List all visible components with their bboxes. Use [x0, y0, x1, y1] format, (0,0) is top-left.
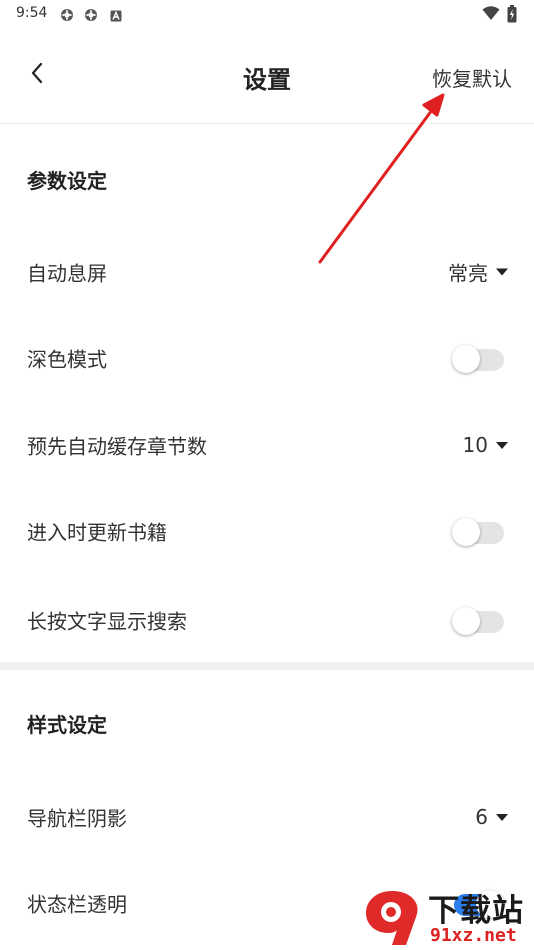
- dark-mode-toggle[interactable]: [452, 344, 504, 373]
- watermark-site: 91xz.net: [430, 925, 517, 946]
- long-press-search-toggle[interactable]: [452, 606, 504, 635]
- toggle-thumb: [452, 607, 480, 635]
- caret-down-icon: [496, 268, 508, 276]
- watermark-logo: [366, 891, 418, 945]
- battery-charging-icon: [507, 5, 517, 27]
- setting-row-dark-mode: 深色模式: [0, 328, 534, 388]
- setting-label: 自动息屏: [27, 261, 107, 286]
- dropdown-select[interactable]: 10: [463, 433, 508, 457]
- setting-label: 预先自动缓存章节数: [27, 434, 207, 459]
- dropdown-value: 常亮: [448, 261, 488, 286]
- section-divider: [0, 662, 534, 670]
- toggle-thumb: [452, 345, 480, 373]
- setting-row-long-press-search: 长按文字显示搜索: [0, 590, 534, 650]
- setting-label: 长按文字显示搜索: [27, 609, 187, 634]
- setting-label: 深色模式: [27, 347, 107, 372]
- app-bar: 设置 恢复默认: [0, 28, 534, 124]
- caret-down-icon: [496, 813, 508, 821]
- chevron-left-icon: [29, 61, 45, 89]
- setting-row-auto-screen-off[interactable]: 自动息屏 常亮: [0, 242, 534, 302]
- wifi-icon: [482, 5, 500, 25]
- toggle-thumb: [452, 518, 480, 546]
- section-title-params: 参数设定: [27, 169, 107, 193]
- update-books-toggle[interactable]: [452, 517, 504, 546]
- dropdown-value: 6: [475, 805, 488, 829]
- status-bar: 9:54: [0, 0, 534, 28]
- setting-row-prefetch-chapters[interactable]: 预先自动缓存章节数 10: [0, 415, 534, 475]
- dropdown-select[interactable]: 常亮: [448, 258, 508, 287]
- watermark-brand: 下载站: [428, 893, 524, 929]
- setting-row-update-books-on-enter: 进入时更新书籍: [0, 501, 534, 561]
- app-notification-icon: [60, 7, 74, 21]
- setting-label: 进入时更新书籍: [27, 520, 167, 545]
- setting-label: 状态栏透明: [27, 892, 127, 917]
- status-time: 9:54: [16, 5, 48, 21]
- watermark: 下载站 91xz.net: [360, 885, 532, 948]
- app-notification-icon: [84, 7, 98, 21]
- setting-label: 导航栏阴影: [27, 806, 127, 831]
- setting-row-navbar-shadow[interactable]: 导航栏阴影 6: [0, 787, 534, 847]
- back-button[interactable]: [20, 58, 54, 92]
- dropdown-select[interactable]: 6: [475, 805, 508, 829]
- reset-defaults-button[interactable]: 恢复默认: [432, 63, 512, 92]
- caret-down-icon: [496, 441, 508, 449]
- a-badge-icon: [110, 7, 124, 22]
- section-title-style: 样式设定: [27, 713, 107, 737]
- dropdown-value: 10: [462, 433, 488, 457]
